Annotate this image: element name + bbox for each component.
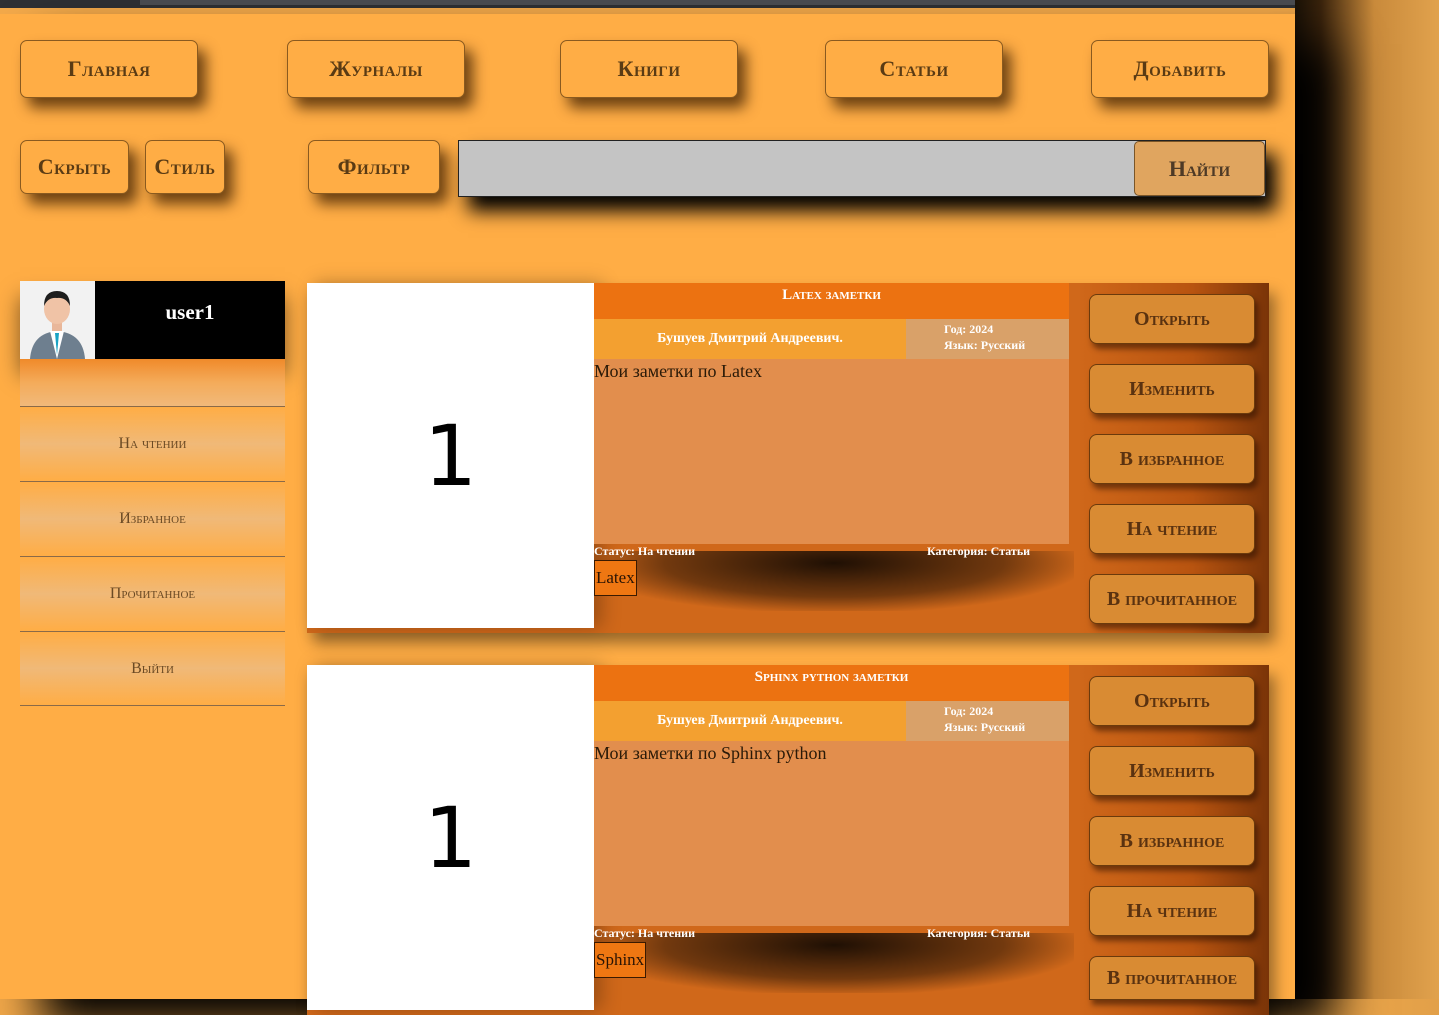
card-language: Язык: Русский <box>944 338 1026 352</box>
card-footer: Статус: На чтении Категория: Статьи <box>594 926 1069 942</box>
nav-journals-button[interactable]: Журналы <box>287 40 465 98</box>
card-title: Sphinx python заметки <box>594 665 1069 701</box>
favorite-button[interactable]: В избранное <box>1089 434 1255 484</box>
nav-articles-button[interactable]: Статьи <box>825 40 1003 98</box>
open-button[interactable]: Открыть <box>1089 676 1255 726</box>
card-year: Год: 2024 <box>944 322 994 336</box>
nav-home-button[interactable]: Главная <box>20 40 198 98</box>
open-button[interactable]: Открыть <box>1089 294 1255 344</box>
edit-button[interactable]: Изменить <box>1089 364 1255 414</box>
card-status: Статус: На чтении <box>594 926 695 940</box>
nav-books-button[interactable]: Книги <box>560 40 738 98</box>
page-right-margin <box>1295 0 1439 999</box>
card-description: Мои заметки по Latex <box>594 359 1069 544</box>
card-thumbnail: 1 <box>307 283 594 628</box>
mark-read-button[interactable]: В прочитанное <box>1089 574 1255 624</box>
reading-button[interactable]: На чтение <box>1089 886 1255 936</box>
card-author: Бушуев Дмитрий Андреевич. <box>594 319 906 359</box>
sidebar-spacer <box>20 359 285 406</box>
card-meta: Год: 2024 Язык: Русский <box>906 701 1069 741</box>
nav-add-button[interactable]: Добавить <box>1091 40 1269 98</box>
card-thumbnail: 1 <box>307 665 594 1010</box>
edit-button[interactable]: Изменить <box>1089 746 1255 796</box>
card-item: 1 Latex заметки Бушуев Дмитрий Андреевич… <box>307 283 1269 633</box>
window-top-bar-highlight <box>140 0 1439 5</box>
card-status: Статус: На чтении <box>594 544 695 558</box>
sidebar-item-read[interactable]: Прочитанное <box>20 556 285 631</box>
find-button[interactable]: Найти <box>1134 141 1265 196</box>
user-avatar-icon <box>20 281 95 359</box>
sidebar-item-reading[interactable]: На чтении <box>20 406 285 481</box>
reading-button[interactable]: На чтение <box>1089 504 1255 554</box>
card-meta: Год: 2024 Язык: Русский <box>906 319 1069 359</box>
card-category: Категория: Статьи <box>927 926 1031 940</box>
avatar <box>20 281 95 359</box>
card-item: 1 Sphinx python заметки Бушуев Дмитрий А… <box>307 665 1269 1015</box>
search-input[interactable] <box>459 141 1131 196</box>
window-top-bar <box>0 0 1439 8</box>
card-tag[interactable]: Latex <box>594 560 637 596</box>
card-title: Latex заметки <box>594 283 1069 319</box>
card-shadow <box>594 933 1074 993</box>
card-shadow <box>594 551 1074 611</box>
mark-read-button[interactable]: В прочитанное <box>1089 956 1255 1000</box>
card-author: Бушуев Дмитрий Андреевич. <box>594 701 906 741</box>
user-profile: user1 <box>20 281 285 359</box>
username: user1 <box>165 299 215 324</box>
search-bar: Найти <box>458 140 1266 197</box>
sidebar: На чтении Избранное Прочитанное Выйти <box>20 359 285 999</box>
card-footer: Статус: На чтении Категория: Статьи <box>594 544 1069 560</box>
sidebar-item-logout[interactable]: Выйти <box>20 631 285 706</box>
card-language: Язык: Русский <box>944 720 1026 734</box>
card-tag[interactable]: Sphinx <box>594 942 647 978</box>
card-description: Мои заметки по Sphinx python <box>594 741 1069 926</box>
filter-button[interactable]: Фильтр <box>308 140 440 194</box>
sidebar-item-favorites[interactable]: Избранное <box>20 481 285 556</box>
style-button[interactable]: Стиль <box>145 140 225 194</box>
favorite-button[interactable]: В избранное <box>1089 816 1255 866</box>
card-category: Категория: Статьи <box>927 544 1031 558</box>
card-year: Год: 2024 <box>944 704 994 718</box>
hide-button[interactable]: Скрыть <box>20 140 129 194</box>
